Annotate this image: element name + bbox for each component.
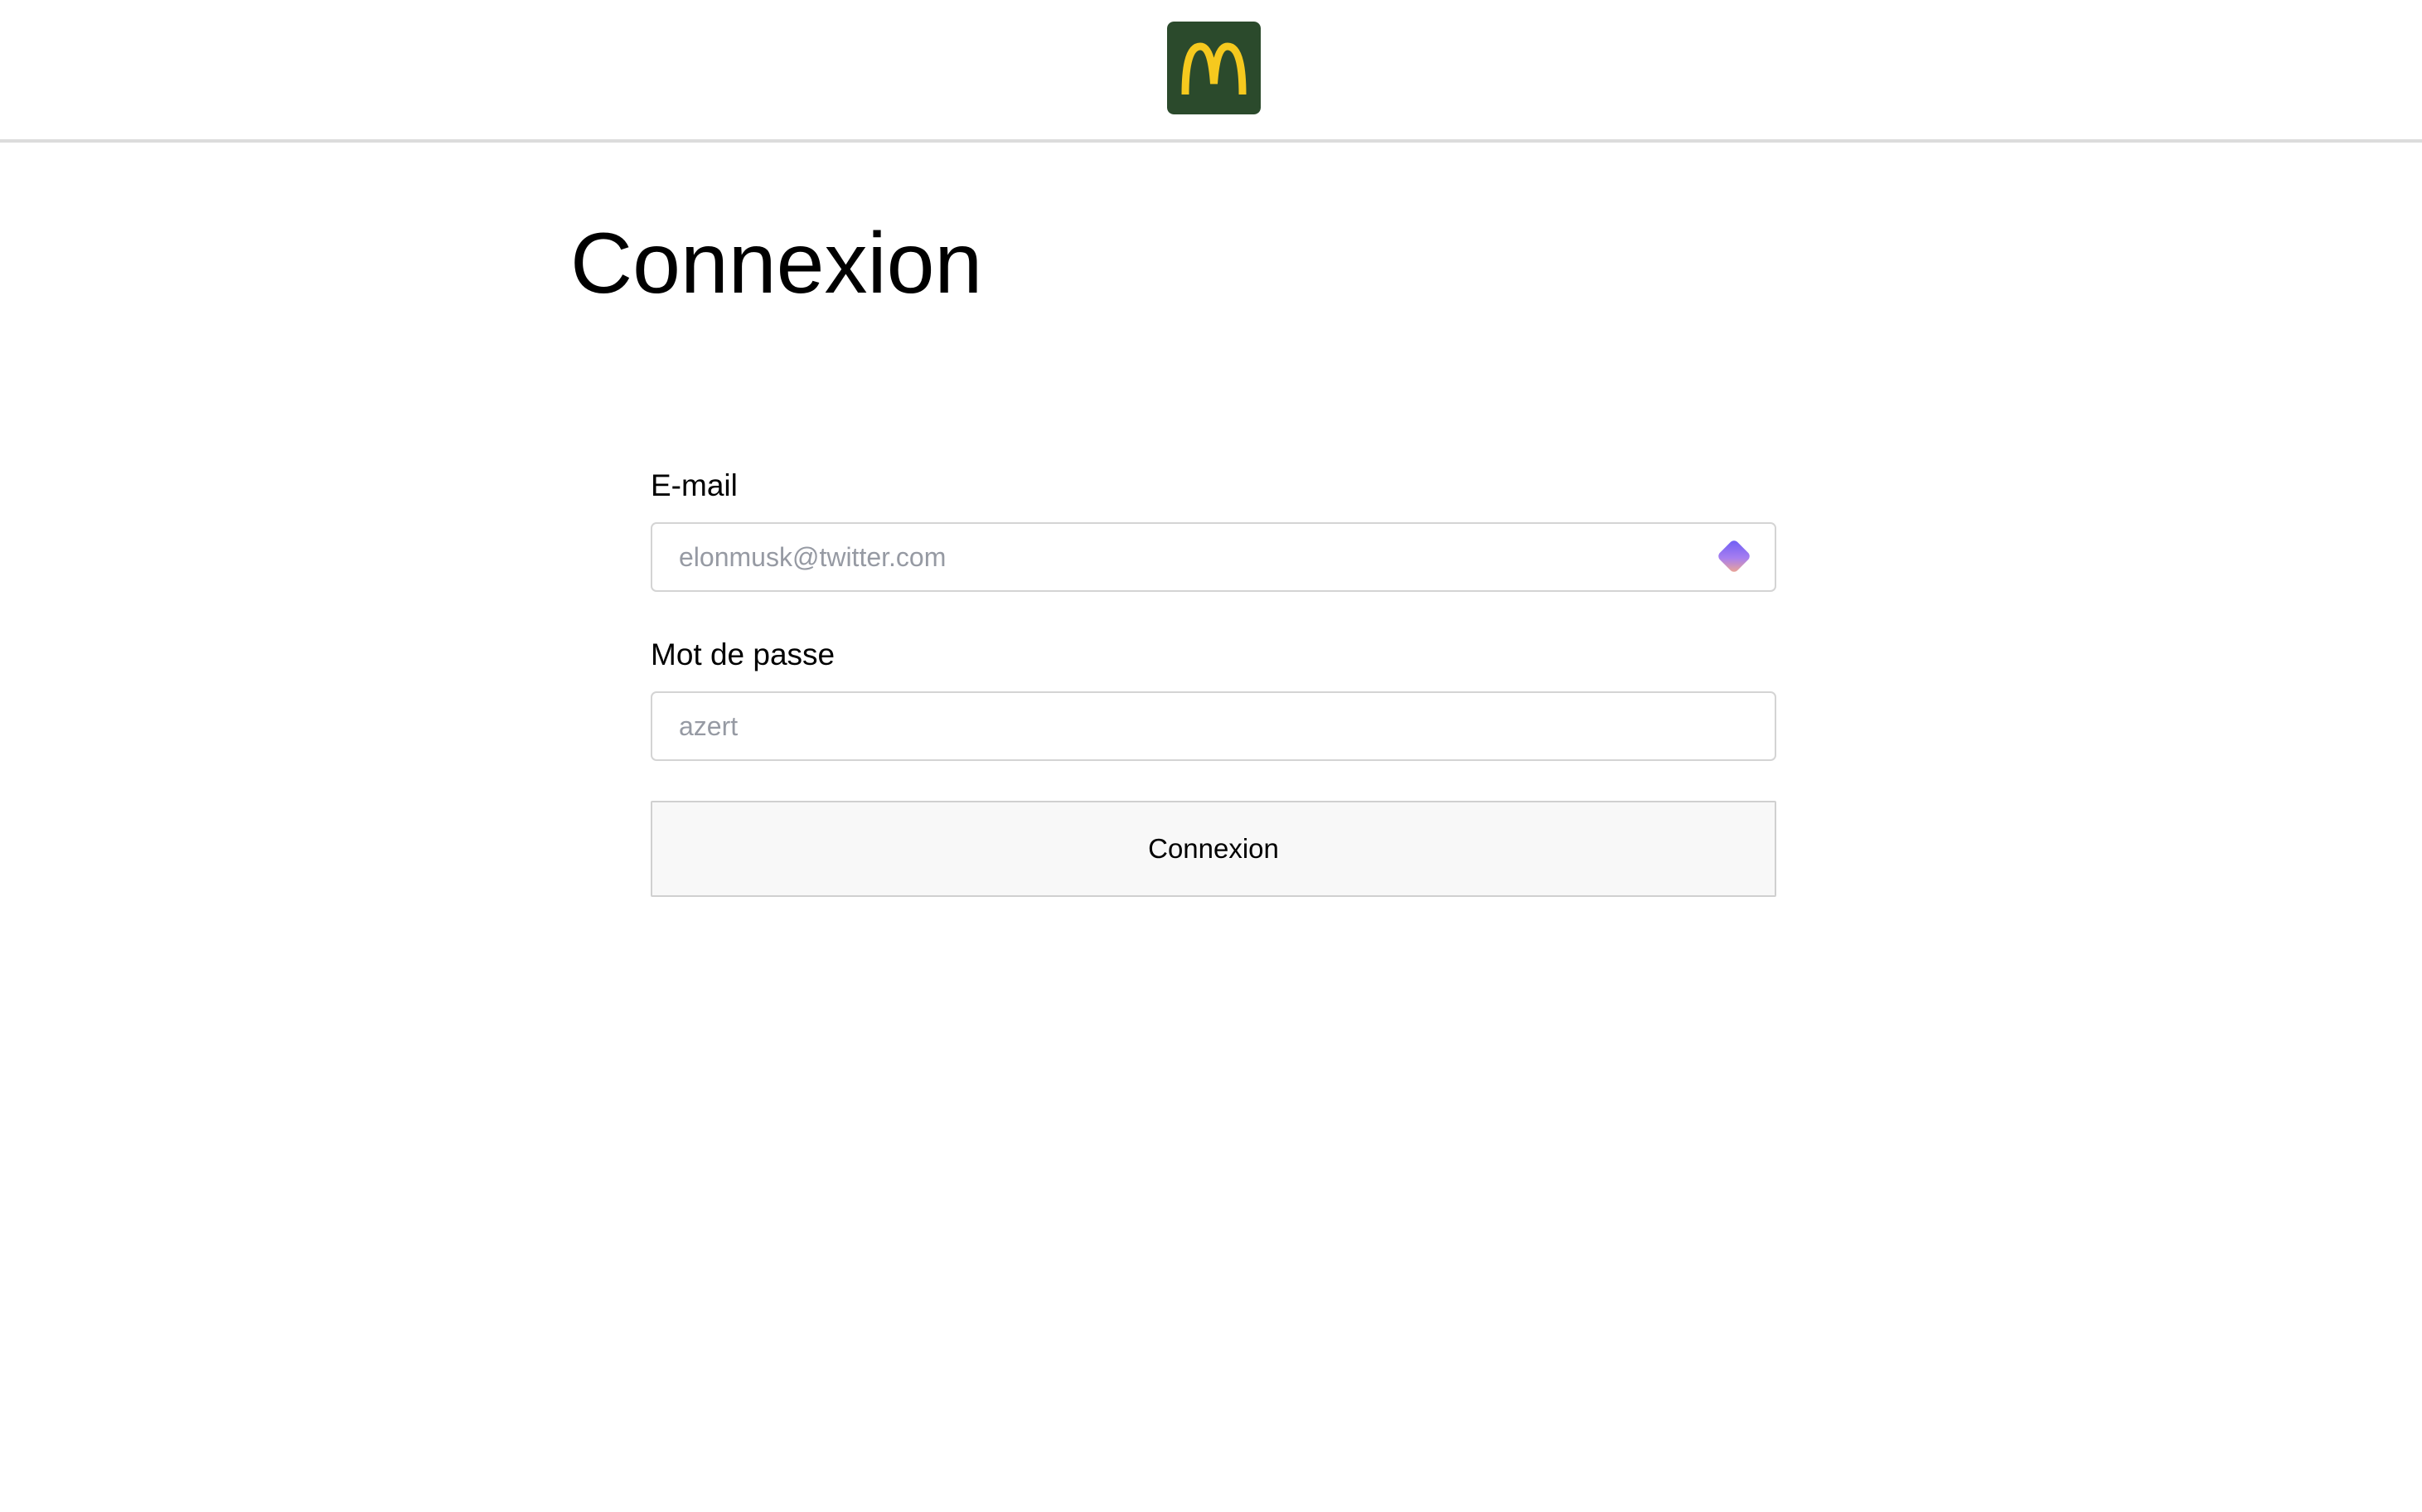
top-header [0,0,2422,143]
password-manager-icon[interactable] [1711,533,1757,579]
password-label: Mot de passe [651,637,836,671]
login-button[interactable]: Connexion [651,801,1776,897]
mcdonalds-logo-icon[interactable] [1167,22,1261,114]
password-field[interactable] [651,691,1776,761]
page-title: Connexion [570,216,983,312]
email-field[interactable] [651,522,1776,592]
email-label: E-mail [651,468,738,502]
